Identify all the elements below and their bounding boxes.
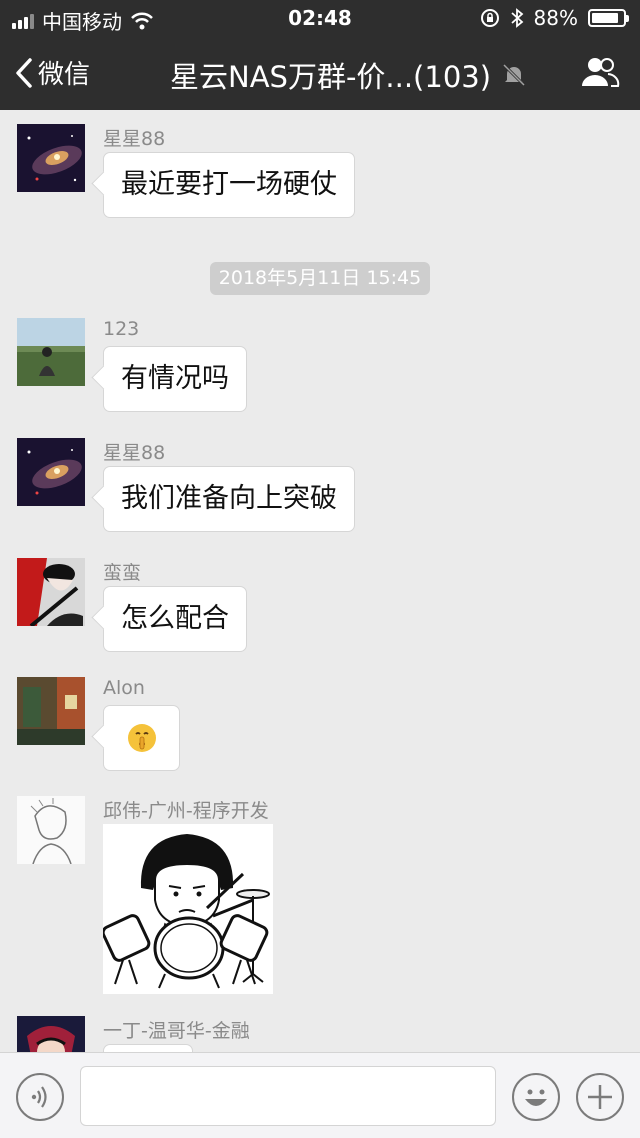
message-input[interactable] xyxy=(80,1066,496,1126)
mute-bell-icon xyxy=(502,63,526,87)
input-bar xyxy=(0,1052,640,1138)
voice-button[interactable] xyxy=(16,1073,64,1121)
battery-icon xyxy=(588,9,629,27)
voice-icon xyxy=(31,1086,47,1108)
bluetooth-icon xyxy=(510,8,523,28)
sender-name: 星星88 xyxy=(103,442,166,464)
chat-title: 星云NAS万群-价...(103) xyxy=(170,60,492,94)
emoji-icon xyxy=(525,1089,547,1106)
message-bubble[interactable] xyxy=(103,1044,193,1052)
message-bubble[interactable]: 最近要打一场硬仗 xyxy=(103,152,355,218)
sender-name: 邱伟-广州-程序开发 xyxy=(103,800,269,822)
sender-name: 123 xyxy=(103,318,140,340)
chat-title-area[interactable]: 星云NAS万群-价...(103) xyxy=(170,54,527,96)
avatar[interactable] xyxy=(17,1016,85,1052)
chat-header: 微信 星云NAS万群-价...(103) xyxy=(0,36,640,110)
plus-icon xyxy=(588,1085,612,1109)
status-bar: 中国移动 02:48 88% xyxy=(0,0,640,36)
timestamp-label: 2018年5月11日 15:45 xyxy=(210,262,430,295)
sender-name: Alon xyxy=(103,677,145,699)
rotation-lock-icon xyxy=(480,9,499,27)
back-button[interactable]: 微信 xyxy=(14,54,90,91)
sender-name: 蛮蛮 xyxy=(103,562,142,584)
avatar[interactable] xyxy=(17,124,85,192)
group-members-icon[interactable] xyxy=(580,54,620,90)
avatar[interactable] xyxy=(17,438,85,506)
sender-name: 一丁-温哥华-金融 xyxy=(103,1020,250,1042)
emoji-bubble[interactable] xyxy=(103,705,180,771)
message-list[interactable]: 星星88 最近要打一场硬仗 2018年5月11日 15:45 123 有情况吗 xyxy=(0,110,640,1052)
drummer-sticker[interactable] xyxy=(101,824,273,994)
more-button[interactable] xyxy=(576,1073,624,1121)
avatar[interactable] xyxy=(17,558,85,626)
avatar[interactable] xyxy=(17,318,85,386)
shushing-face-icon xyxy=(127,724,156,752)
sender-name: 星星88 xyxy=(103,128,166,150)
back-label: 微信 xyxy=(38,60,91,90)
message-bubble[interactable]: 我们准备向上突破 xyxy=(103,466,355,532)
avatar[interactable] xyxy=(17,796,85,864)
message-bubble[interactable]: 怎么配合 xyxy=(103,586,247,652)
avatar[interactable] xyxy=(17,677,85,745)
battery-percent: 88% xyxy=(533,6,578,30)
status-right: 88% xyxy=(480,6,629,30)
message-bubble[interactable]: 有情况吗 xyxy=(103,346,247,412)
emoji-button[interactable] xyxy=(512,1073,560,1121)
chevron-left-icon xyxy=(16,57,32,88)
